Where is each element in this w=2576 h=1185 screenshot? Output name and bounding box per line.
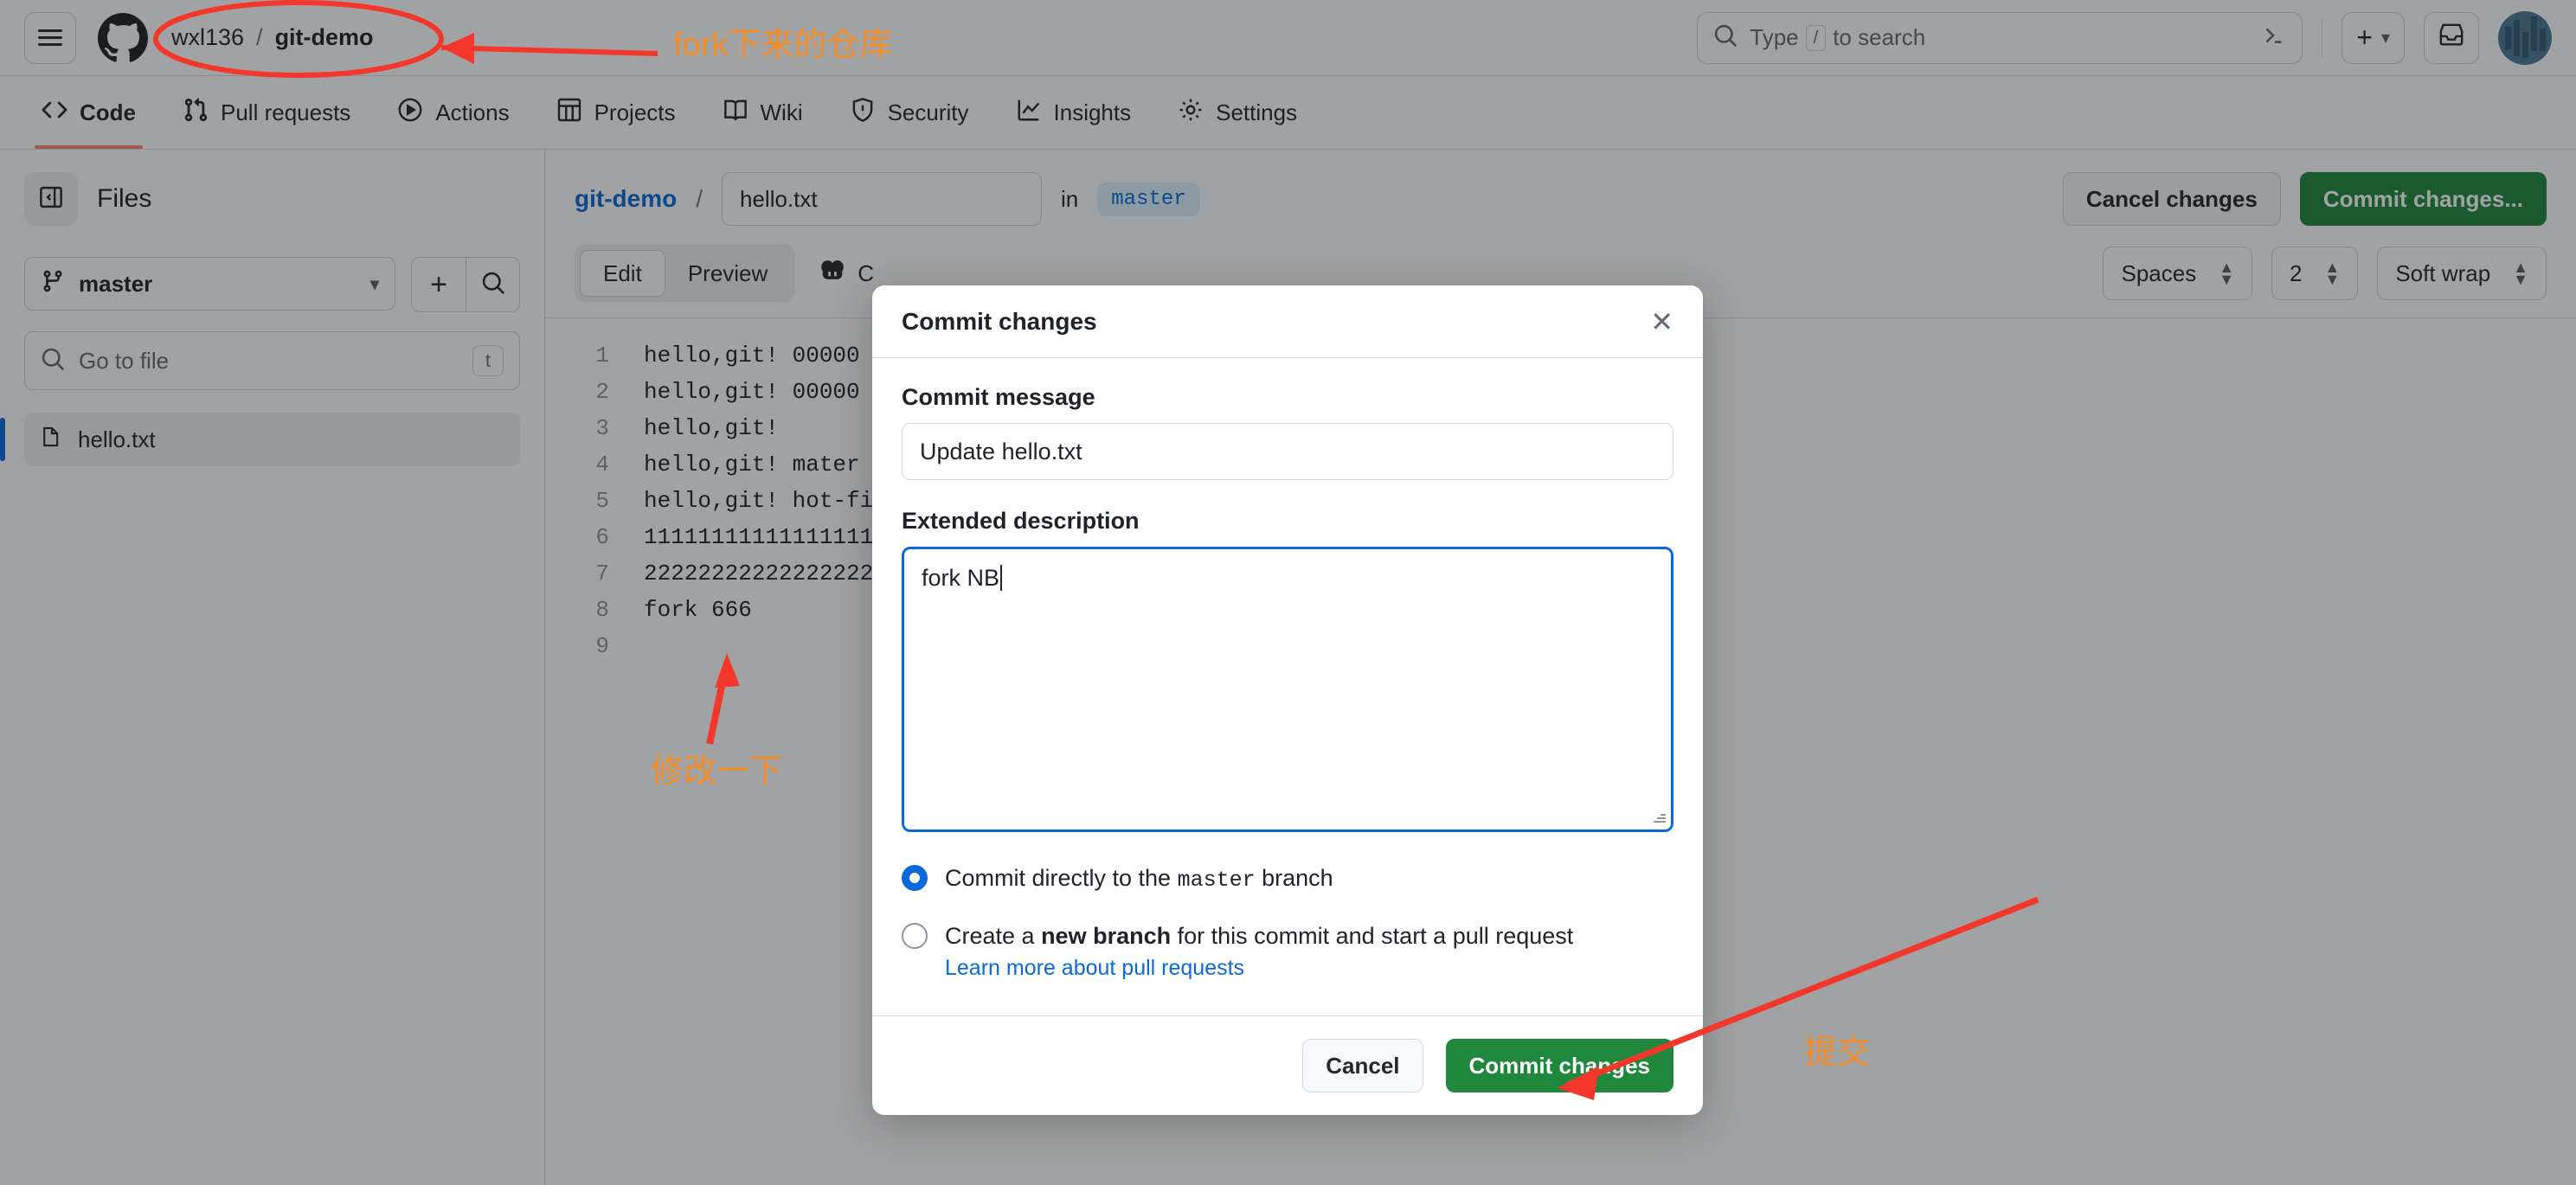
- radio-new-branch-row[interactable]: Create a new branch for this commit and …: [902, 919, 1673, 981]
- radio-commit-direct[interactable]: [902, 865, 928, 891]
- commit-message-label: Commit message: [902, 384, 1095, 410]
- text-cursor: [1000, 565, 1003, 591]
- radio-new-branch-label: Create a new branch for this commit and …: [945, 923, 1574, 949]
- radio-commit-direct-label: Commit directly to the master branch: [945, 865, 1333, 893]
- dialog-title: Commit changes: [902, 307, 1097, 335]
- annotation-repo-note: fork下来的仓库: [673, 27, 893, 63]
- extended-description-value: fork NB: [922, 565, 1000, 591]
- extended-description-textarea[interactable]: fork NB: [902, 547, 1673, 832]
- annotation-submit-note: 提交: [1804, 1034, 1871, 1071]
- commit-changes-dialog: Commit changes ✕ Commit message Update h…: [872, 285, 1703, 1115]
- extended-description-label: Extended description: [902, 508, 1140, 534]
- commit-message-value: Update hello.txt: [920, 438, 1082, 464]
- annotation-edit-note: 修改一下: [651, 753, 783, 790]
- dialog-body: Commit message Update hello.txt Extended…: [872, 358, 1703, 1015]
- resize-handle[interactable]: [1652, 810, 1666, 824]
- cancel-button[interactable]: Cancel: [1302, 1039, 1423, 1092]
- dialog-header: Commit changes ✕: [872, 285, 1703, 358]
- commit-target-radio-group: Commit directly to the master branch Cre…: [902, 862, 1673, 981]
- close-icon[interactable]: ✕: [1650, 308, 1673, 336]
- radio-commit-direct-row[interactable]: Commit directly to the master branch: [902, 862, 1673, 897]
- commit-message-input[interactable]: Update hello.txt: [902, 423, 1673, 480]
- radio-new-branch[interactable]: [902, 923, 928, 949]
- commit-changes-confirm-button[interactable]: Commit changes: [1445, 1039, 1673, 1092]
- dialog-footer: Cancel Commit changes: [872, 1015, 1703, 1115]
- app-root: wxl136 / git-demo Type / to search + ▾ C…: [0, 0, 2576, 1185]
- learn-more-link[interactable]: Learn more about pull requests: [945, 956, 1573, 981]
